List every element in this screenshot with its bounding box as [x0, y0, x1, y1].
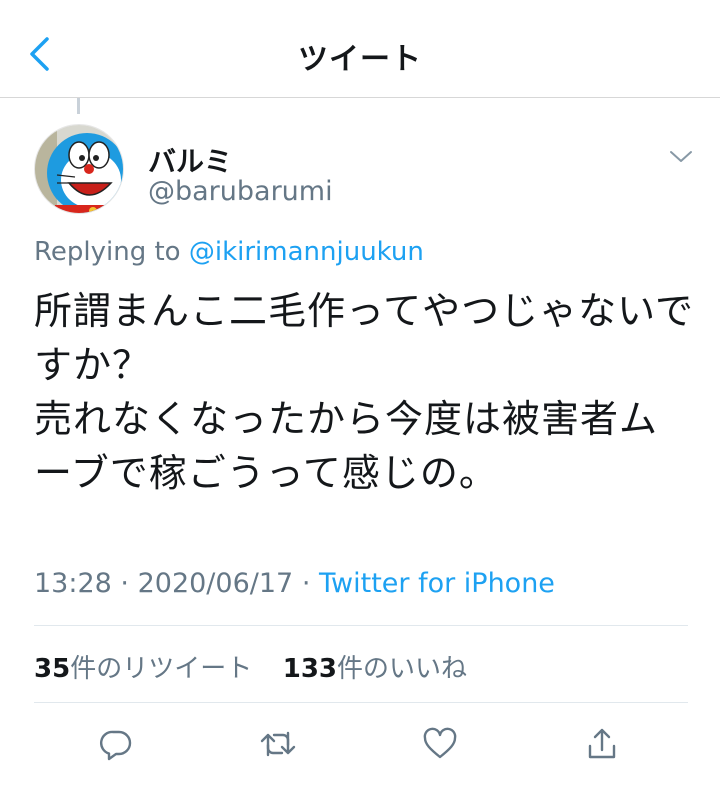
retweet-count-link[interactable]: 35件のリツイート — [34, 654, 252, 684]
tweet-source-link[interactable]: Twitter for iPhone — [319, 568, 555, 599]
meta-separator: · — [120, 568, 129, 599]
retweet-count-label: 件のリツイート — [70, 654, 253, 684]
reply-button[interactable] — [94, 722, 138, 766]
tweet-action-bar — [0, 722, 720, 766]
heart-icon — [423, 727, 457, 759]
thread-connector-line — [77, 98, 80, 114]
user-handle[interactable]: @barubarumi — [148, 176, 333, 207]
tweet-text: 所謂まんこ二毛作ってやつじゃないですか？ 売れなくなったから今度は被害者ムーブで… — [34, 289, 694, 495]
navigation-bar: ツイート — [0, 0, 720, 98]
avatar[interactable] — [34, 124, 124, 214]
replying-to-mention[interactable]: @ikirimannjuukun — [189, 237, 424, 267]
replying-to-prefix: Replying to — [34, 237, 181, 267]
reply-icon — [100, 730, 132, 761]
engagement-stats: 35件のリツイート 133件のいいね — [34, 648, 467, 685]
like-count-label: 件のいいね — [337, 654, 468, 684]
replying-to-line: Replying to @ikirimannjuukun — [34, 237, 424, 267]
like-count-link[interactable]: 133件のいいね — [283, 654, 467, 684]
chevron-down-icon — [670, 151, 692, 162]
divider — [34, 702, 688, 703]
divider — [34, 625, 688, 626]
tweet-date: 2020/06/17 — [137, 568, 294, 599]
tweet-time: 13:28 — [34, 568, 112, 599]
retweet-icon — [260, 731, 296, 757]
display-name[interactable]: バルミ — [148, 140, 232, 180]
like-count: 133 — [282, 654, 338, 684]
retweet-button[interactable] — [256, 722, 300, 766]
meta-separator: · — [301, 568, 311, 599]
share-button[interactable] — [580, 722, 624, 766]
share-icon — [588, 728, 616, 759]
tweet-meta: 13:28 · 2020/06/17 · Twitter for iPhone — [34, 568, 555, 599]
page-title: ツイート — [298, 42, 422, 77]
more-options-button[interactable] — [666, 142, 696, 172]
cartoon-cat-avatar-image — [35, 125, 123, 213]
like-button[interactable] — [418, 722, 462, 766]
retweet-count: 35 — [34, 654, 71, 684]
